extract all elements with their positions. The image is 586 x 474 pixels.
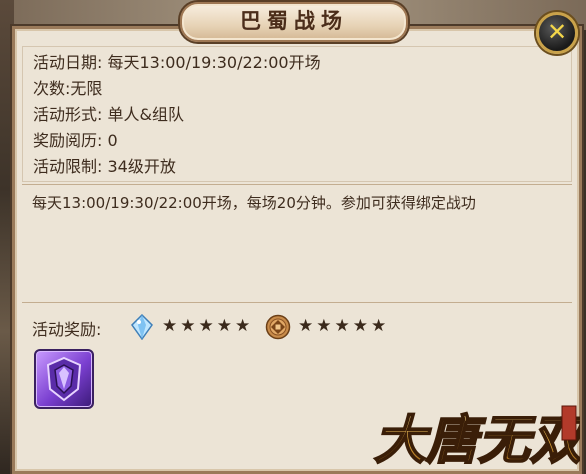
game-logo: 大唐无双 (373, 405, 580, 472)
info-box: 活动日期: 每天13:00/19:30/22:00开场 次数:无限 活动形式: … (22, 46, 572, 182)
bronze-coin-icon (265, 314, 291, 340)
purple-shield-icon (46, 356, 82, 402)
logo-text: 大唐无双 (374, 410, 580, 471)
exp-value: 0 (107, 131, 118, 150)
title-plate: 巴蜀战场 (180, 2, 408, 42)
date-label: 活动日期: (33, 53, 103, 72)
divider-bottom (22, 302, 572, 303)
form-label: 活动形式: (33, 105, 103, 124)
count-row: 次数:无限 (33, 77, 102, 101)
form-row: 活动形式: 单人&组队 (33, 103, 184, 127)
exp-label: 奖励阅历: (33, 131, 103, 150)
gem-stars: ★★★★★ (162, 316, 254, 336)
blue-gem-icon (131, 314, 153, 340)
activity-description: 每天13:00/19:30/22:00开场，每场20分钟。参加可获得绑定战功 (32, 194, 476, 212)
reward-label: 活动奖励: (32, 320, 102, 339)
close-icon: ✕ (546, 18, 568, 46)
close-button[interactable]: ✕ (536, 12, 578, 54)
coin-stars: ★★★★★ (298, 316, 390, 336)
reward-item-slot[interactable] (34, 349, 94, 409)
date-row: 活动日期: 每天13:00/19:30/22:00开场 (33, 51, 321, 75)
count-text: 次数:无限 (33, 79, 103, 98)
limit-label: 活动限制: (33, 157, 103, 176)
limit-value: 34级开放 (107, 157, 176, 176)
date-value: 每天13:00/19:30/22:00开场 (107, 53, 321, 72)
form-value: 单人&组队 (107, 105, 184, 124)
panel-title: 巴蜀战场 (240, 9, 348, 33)
limit-row: 活动限制: 34级开放 (33, 155, 176, 179)
exp-row: 奖励阅历: 0 (33, 129, 118, 153)
divider-top (22, 184, 572, 185)
